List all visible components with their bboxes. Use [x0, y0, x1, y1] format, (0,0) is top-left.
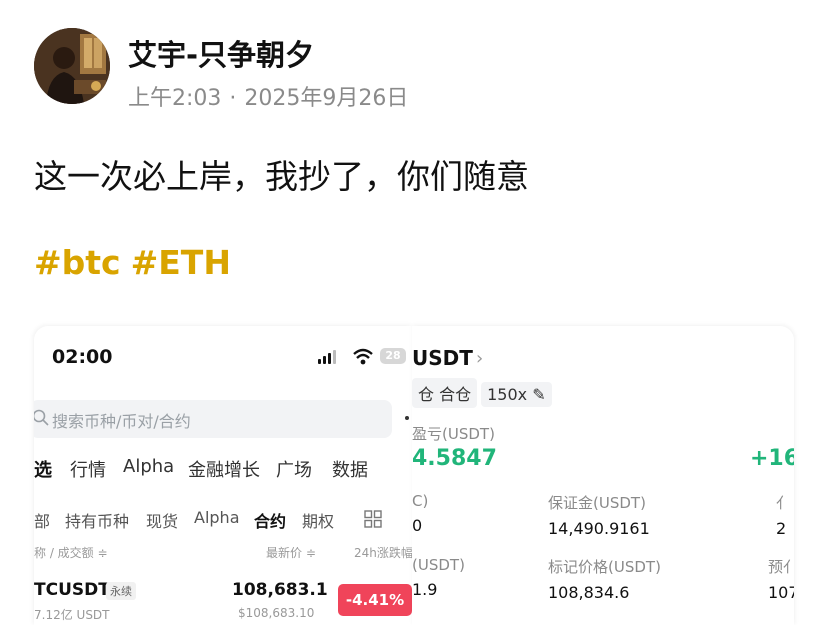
post-meta: 上午2:03 · 2025年9月26日 — [128, 80, 408, 112]
post-time: 上午2:03 — [128, 86, 222, 111]
position-screenshot[interactable]: USDT › 仓 合仓 150x ✎ 盈亏(USDT) 4.5847 +16 C)… — [412, 326, 794, 625]
secondary-tabs: 部 持有币种 现货 Alpha 合约 期权 — [34, 508, 412, 534]
stat-mark-price: 标记价格(USDT) 108,834.6 — [548, 556, 661, 602]
post-header: 艾宇-只争朝夕 上午2:03 · 2025年9月26日 — [34, 28, 794, 111]
subtab-alpha[interactable]: Alpha — [194, 508, 240, 527]
column-change[interactable]: 24h涨跌幅 — [354, 544, 412, 561]
post-text: 这一次必上岸，我抄了，你们随意 — [34, 157, 529, 196]
stat-label: 亻 — [776, 494, 792, 512]
meta-separator: · — [229, 86, 237, 111]
post-date: 2025年9月26日 — [244, 86, 409, 111]
stat-value: 108,834.6 — [548, 583, 630, 602]
pnl-percent: +16 — [750, 446, 794, 471]
battery-icon: 28 — [380, 348, 406, 364]
stat-liq-price: 预亻 107 — [768, 556, 794, 602]
stat-value: 1.9 — [412, 580, 438, 599]
hashtag-eth[interactable]: #ETH — [131, 243, 231, 282]
signal-icon — [318, 348, 346, 366]
tab-market[interactable]: 行情 — [70, 456, 106, 482]
stat-label: 预亻 — [768, 558, 794, 576]
hashtags: #btc #ETH — [34, 243, 241, 282]
stat-margin: 保证金(USDT) 14,490.9161 — [548, 492, 650, 538]
subtab-holdings[interactable]: 持有币种 — [65, 508, 129, 532]
dot-marker — [405, 416, 409, 420]
stat-label: 保证金(USDT) — [548, 494, 646, 512]
tab-alpha[interactable]: Alpha — [123, 456, 174, 477]
avatar[interactable] — [34, 28, 110, 104]
tab-favorites[interactable]: 选 — [34, 456, 52, 482]
market-screenshot[interactable]: 02:00 28 搜索币种/币对/合约 选 行情 Alpha 金融增长 广场 数… — [34, 326, 412, 625]
position-pills: 仓 合仓 150x ✎ — [412, 378, 556, 408]
subtab-spot[interactable]: 现货 — [146, 508, 178, 532]
tab-finance-growth[interactable]: 金融增长 — [188, 456, 260, 482]
column-headers: 称 / 成交额 ≑ 最新价 ≑ 24h涨跌幅 — [34, 544, 412, 562]
grid-icon[interactable] — [364, 510, 382, 528]
search-icon — [34, 409, 49, 426]
column-price[interactable]: 最新价 ≑ — [266, 544, 316, 561]
stat-label: 标记价格(USDT) — [548, 558, 661, 576]
stat-value: 2 — [776, 519, 787, 538]
row-fiat-price: $108,683.10 — [238, 606, 315, 620]
search-placeholder: 搜索币种/币对/合约 — [52, 412, 191, 431]
author-name[interactable]: 艾宇-只争朝夕 — [128, 32, 314, 74]
pnl-value: 4.5847 — [412, 446, 497, 471]
stat-third: 亻 2 — [776, 492, 791, 538]
stat-value: 107 — [768, 583, 794, 602]
column-name[interactable]: 称 / 成交额 ≑ — [34, 544, 108, 561]
margin-mode-pill[interactable]: 仓 合仓 — [412, 378, 478, 408]
wifi-icon — [353, 348, 373, 365]
row-price: 108,683.1 — [232, 580, 328, 600]
stat-value: 14,490.9161 — [548, 519, 650, 538]
subtab-futures[interactable]: 合约 — [254, 508, 286, 532]
perpetual-badge: 永续 — [106, 582, 136, 600]
status-bar-time: 02:00 — [52, 346, 113, 368]
position-symbol[interactable]: USDT — [412, 346, 473, 370]
stat-entry: (USDT) 1.9 — [412, 556, 465, 599]
primary-tabs: 选 行情 Alpha 金融增长 广场 数据 — [34, 456, 412, 486]
chevron-right-icon[interactable]: › — [476, 348, 483, 369]
tab-data[interactable]: 数据 — [332, 456, 368, 482]
tab-square[interactable]: 广场 — [276, 456, 312, 482]
hashtag-btc[interactable]: #btc — [34, 243, 121, 282]
stat-size: C) 0 — [412, 492, 428, 535]
subtab-all[interactable]: 部 — [34, 508, 50, 532]
stat-value: 0 — [412, 516, 423, 535]
row-change-badge: -4.41% — [338, 584, 412, 616]
subtab-options[interactable]: 期权 — [302, 508, 334, 532]
row-volume: 7.12亿 USDT — [34, 608, 110, 622]
stat-label: (USDT) — [412, 556, 465, 574]
row-symbol: TCUSDT — [34, 580, 110, 600]
leverage-pill[interactable]: 150x ✎ — [481, 382, 552, 407]
avatar-image — [34, 28, 110, 104]
pnl-label: 盈亏(USDT) — [412, 425, 495, 443]
stat-label: C) — [412, 492, 429, 510]
search-input[interactable]: 搜索币种/币对/合约 — [34, 400, 392, 438]
